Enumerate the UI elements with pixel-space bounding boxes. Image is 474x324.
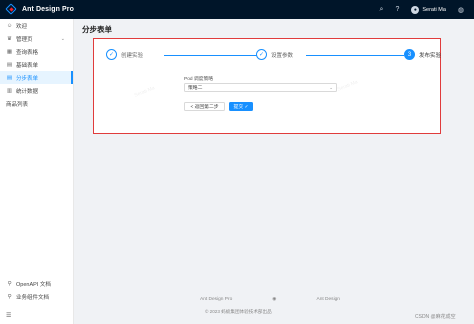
pod-strategy-label: Pod 调度策略 xyxy=(184,77,214,82)
search-icon[interactable]: ⌕ xyxy=(380,6,384,14)
sidebar-item-statistics[interactable]: ▥ 统计数据 xyxy=(0,84,73,97)
submit-button[interactable]: 提交 ✓ xyxy=(229,102,253,111)
footer-link-ant-design[interactable]: Ant Design xyxy=(317,297,340,302)
sidebar-item-label: 欢迎 xyxy=(16,23,28,30)
chart-icon: ▥ xyxy=(6,87,13,94)
csdn-watermark: CSDN @麻花成空 xyxy=(415,314,456,320)
sidebar-item-table-list[interactable]: ▦ 查询表格 xyxy=(0,45,73,58)
form-icon: ▤ xyxy=(6,61,13,68)
sidebar-item-component-docs[interactable]: ⚲ 业务组件文档 xyxy=(0,290,74,303)
sidebar-item-label: 查询表格 xyxy=(16,49,39,56)
sidebar-item-admin[interactable]: ♛ 管理页 ⌄ xyxy=(0,32,73,45)
table-icon: ▦ xyxy=(6,48,13,55)
check-icon: ✓ xyxy=(106,49,117,60)
sidebar-item-openapi-docs[interactable]: ⚲ OpenAPI 文档 xyxy=(0,277,74,290)
username[interactable]: Serati Ma xyxy=(422,7,446,13)
sidebar-item-label: 商品列表 xyxy=(6,101,29,108)
sidebar-item-label: 管理页 xyxy=(16,36,33,43)
menu-fold-icon[interactable]: ☰ xyxy=(6,312,11,319)
step-set-params: ✓ 设置参数 xyxy=(256,49,293,60)
ant-design-logo-icon xyxy=(5,3,17,15)
sidebar-item-label: 统计数据 xyxy=(16,88,39,95)
watermark: Serati Ma xyxy=(133,85,156,99)
step-create-experiment: ✓ 创建实验 xyxy=(106,49,143,60)
page-title: 分步表单 xyxy=(82,25,112,34)
sidebar: ☺ 欢迎 ♛ 管理页 ⌄ ▦ 查询表格 ▤ 基础表单 ▤ 分步表单 ▥ 统计数据… xyxy=(0,19,74,324)
pod-strategy-select[interactable]: 策略二 ⌄ xyxy=(184,83,337,92)
question-icon[interactable]: ? xyxy=(395,6,399,13)
sidebar-item-basic-form[interactable]: ▤ 基础表单 xyxy=(0,58,73,71)
step-number: 3 xyxy=(404,49,415,60)
step-connector xyxy=(164,54,264,56)
link-icon: ⚲ xyxy=(7,280,12,287)
step-title: 创建实验 xyxy=(121,52,144,59)
chevron-down-icon: ⌄ xyxy=(329,85,333,90)
footer-copyright: © 2023 蚂蚁集团体验技术部出品 xyxy=(205,309,272,314)
footer-links: Ant Design Pro ◉ Ant Design xyxy=(200,297,340,302)
sidebar-item-step-form[interactable]: ▤ 分步表单 xyxy=(0,71,73,84)
github-icon[interactable]: ◉ xyxy=(272,297,276,302)
steps: ✓ 创建实验 ✓ 设置参数 3 发布实验 xyxy=(106,49,441,63)
sidebar-item-label: OpenAPI 文档 xyxy=(16,281,51,288)
link-icon: ⚲ xyxy=(7,293,12,300)
back-to-step-two-button[interactable]: < 返回第二步 xyxy=(184,102,225,111)
step-publish-experiment: 3 发布实验 xyxy=(404,49,441,60)
app-title: Ant Design Pro xyxy=(22,6,74,13)
step-title: 设置参数 xyxy=(271,52,294,59)
sidebar-item-products[interactable]: 商品列表 xyxy=(0,97,73,110)
crown-icon: ♛ xyxy=(7,35,12,42)
sidebar-item-label: 业务组件文档 xyxy=(16,294,50,301)
step-connector xyxy=(306,54,404,56)
sidebar-item-label: 基础表单 xyxy=(16,62,39,69)
step-title: 发布实验 xyxy=(419,52,442,59)
globe-icon[interactable]: ◍ xyxy=(458,6,464,14)
app-logo[interactable]: Ant Design Pro xyxy=(5,3,74,15)
top-header: Ant Design Pro ⌕ ? ● Serati Ma ◍ xyxy=(0,0,474,19)
avatar[interactable]: ● xyxy=(411,5,420,14)
footer-link-ant-design-pro[interactable]: Ant Design Pro xyxy=(200,297,232,302)
chevron-down-icon: ⌄ xyxy=(60,35,65,42)
watermark: Serati Ma xyxy=(336,79,359,93)
step-form-card: ✓ 创建实验 ✓ 设置参数 3 发布实验 Pod 调度策略 策略二 ⌄ < 返回… xyxy=(93,38,441,134)
sidebar-item-welcome[interactable]: ☺ 欢迎 xyxy=(0,19,73,32)
smile-icon: ☺ xyxy=(6,22,13,29)
sidebar-item-label: 分步表单 xyxy=(16,75,39,82)
select-value: 策略二 xyxy=(188,86,203,91)
form-icon: ▤ xyxy=(6,74,13,81)
check-icon: ✓ xyxy=(256,49,267,60)
